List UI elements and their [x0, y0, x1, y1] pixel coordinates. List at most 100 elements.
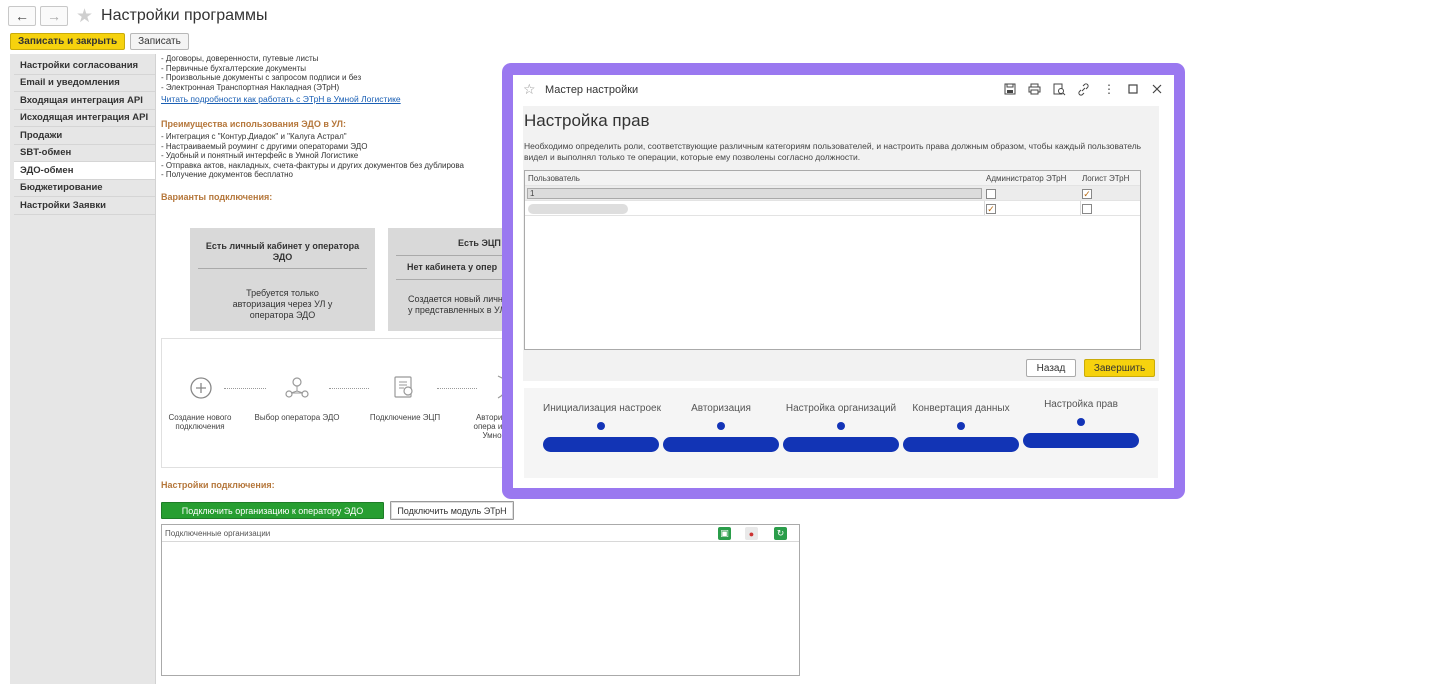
step-label: Авториз опера из Умной: [473, 413, 507, 440]
save-icon[interactable]: [1002, 81, 1018, 97]
step-connector: [437, 388, 477, 389]
window-title: Настройки программы: [101, 7, 268, 24]
wizard-step-dot: [717, 422, 725, 430]
wizard-step-label: Инициализация настроек: [543, 403, 661, 414]
sidebar-item-inbound-api[interactable]: Входящая интеграция API: [14, 92, 155, 110]
variant-card-cabinet[interactable]: Есть личный кабинет у оператора ЭДО Треб…: [190, 228, 375, 331]
logist-checkbox[interactable]: [1082, 203, 1092, 214]
sidebar-item-sales[interactable]: Продажи: [14, 127, 155, 145]
refresh-icon[interactable]: ↻: [774, 527, 787, 540]
wizard-step: Настройка организаций: [783, 403, 899, 452]
variant-card-ecp[interactable]: Есть ЭЦП Нет кабинета у опер Создается н…: [388, 228, 508, 331]
wizard-step: Конвертация данных: [903, 403, 1019, 452]
table-row[interactable]: ✓: [525, 201, 1140, 216]
sidebar-item-budgeting[interactable]: Бюджетирование: [14, 180, 155, 197]
card-body: Требуется только авторизация через УЛ у …: [232, 288, 333, 320]
back-button[interactable]: ←: [8, 6, 36, 26]
advantages-title: Преимущества использования ЭДО в УЛ:: [161, 119, 346, 129]
network-icon: [284, 374, 310, 405]
sidebar-item-outbound-api[interactable]: Исходящая интеграция API: [14, 110, 155, 127]
dialog-heading: Настройка прав: [524, 111, 650, 130]
step-label: Подключение ЭЦП: [369, 413, 441, 422]
step-label: Выбор оператора ЭДО: [254, 413, 340, 422]
plus-circle-icon: [189, 376, 213, 405]
connect-operator-button[interactable]: Подключить организацию к оператору ЭДО: [161, 502, 384, 519]
card-divider: [396, 255, 508, 256]
wizard-progress: Инициализация настроек Авторизация Настр…: [524, 388, 1158, 478]
wizard-step-label: Настройка организаций: [785, 403, 897, 414]
admin-checkbox[interactable]: [986, 188, 996, 199]
user-cell-redacted[interactable]: [528, 204, 628, 214]
table-header: Подключенные организации ▣ ● ↻: [162, 525, 799, 542]
sidebar-item-email[interactable]: Email и уведомления: [14, 75, 155, 92]
wizard-step-label: Авторизация: [691, 403, 751, 414]
card-divider: [396, 279, 508, 280]
wizard-step-bar: [903, 437, 1019, 452]
step-connector: [329, 388, 369, 389]
favorite-star-icon[interactable]: ☆: [523, 81, 536, 98]
etrn-details-link[interactable]: Читать подробности как работать с ЭТрН в…: [161, 94, 506, 104]
add-org-icon[interactable]: ▣: [718, 527, 731, 540]
dialog-title: Мастер настройки: [545, 84, 639, 96]
advantage-line: - Получение документов бесплатно: [161, 170, 293, 179]
doc-line: - Договоры, доверенности, путевые листы: [161, 54, 319, 63]
wizard-step-dot: [597, 422, 605, 430]
table-row[interactable]: 1 ✓: [525, 186, 1140, 201]
wizard-step-dot: [957, 422, 965, 430]
arrow-left-icon: ←: [15, 8, 29, 24]
finish-button[interactable]: Завершить: [1084, 359, 1155, 377]
card-divider: [198, 268, 367, 269]
certificate-icon: [391, 374, 417, 405]
admin-column-header[interactable]: Администратор ЭТрН: [986, 171, 1079, 186]
doc-line: - Первичные бухгалтерские документы: [161, 63, 307, 73]
favorite-star-icon[interactable]: ★: [76, 5, 93, 28]
wizard-step-bar: [783, 437, 899, 452]
wizard-step-bar: [543, 437, 659, 452]
sidebar-item-approval[interactable]: Настройки согласования: [14, 57, 155, 75]
admin-checkbox[interactable]: ✓: [986, 203, 996, 214]
wizard-step-bar: [1023, 433, 1139, 448]
sidebar-item-edo[interactable]: ЭДО-обмен: [14, 162, 155, 180]
user-cell[interactable]: 1: [527, 188, 982, 199]
card-title: Нет кабинета у опер: [407, 262, 498, 272]
dialog-header: ☆ Мастер настройки ⋮: [513, 75, 1174, 104]
connect-etrn-module-button[interactable]: Подключить модуль ЭТрН: [390, 501, 514, 520]
card-title-top: Есть ЭЦП: [458, 238, 501, 248]
forward-button[interactable]: →: [40, 6, 68, 26]
wizard-step-dot: [837, 422, 845, 430]
sidebar-item-requests[interactable]: Настройки Заявки: [14, 197, 155, 215]
wizard-step-dot: [1077, 418, 1085, 426]
orgs-column-header: Подключенные организации: [165, 528, 271, 538]
card-body: Создается новый личн у представленных в …: [408, 294, 506, 315]
user-org-icon[interactable]: ●: [745, 527, 758, 540]
edo-content: - Договоры, доверенности, путевые листы …: [161, 54, 506, 202]
doc-line: - Электронная Транспортная Накладная (ЭТ…: [161, 82, 340, 92]
user-column-header[interactable]: Пользователь: [528, 171, 983, 186]
advantage-line: - Интеграция с "Контур.Диадок" и "Калуга…: [161, 132, 347, 141]
maximize-icon[interactable]: [1125, 81, 1141, 97]
logist-checkbox[interactable]: ✓: [1082, 188, 1092, 199]
step-connector: [224, 388, 266, 389]
settings-sidebar: Настройки согласования Email и уведомлен…: [10, 54, 156, 684]
save-button[interactable]: Записать: [130, 33, 189, 50]
close-icon[interactable]: [1149, 81, 1165, 97]
logist-column-header[interactable]: Логист ЭТрН: [1082, 171, 1140, 186]
advantage-line: - Настраиваемый роуминг с другими операт…: [161, 141, 368, 151]
rights-setup-panel: Настройка прав Необходимо определить рол…: [523, 106, 1159, 381]
preview-icon[interactable]: [1051, 81, 1067, 97]
table-header: Пользователь Администратор ЭТрН Логист Э…: [525, 171, 1140, 186]
doc-line: - Произвольные документы с запросом подп…: [161, 73, 362, 82]
card-title: Есть личный кабинет у оператора ЭДО: [205, 241, 360, 262]
step-label: Создание нового подключения: [168, 413, 232, 431]
wizard-step-label: Настройка прав: [1044, 399, 1118, 410]
print-icon[interactable]: [1026, 81, 1042, 97]
sidebar-item-sbt[interactable]: SBT-обмен: [14, 145, 155, 162]
arrow-right-icon: →: [47, 8, 61, 24]
variants-title: Варианты подключения:: [161, 191, 273, 202]
more-icon[interactable]: ⋮: [1101, 81, 1117, 97]
back-button[interactable]: Назад: [1026, 359, 1076, 377]
save-and-close-button[interactable]: Записать и закрыть: [10, 33, 126, 50]
link-icon[interactable]: [1075, 81, 1091, 97]
wizard-step: Авторизация: [663, 403, 779, 452]
action-bar: Записать и закрыть Записать: [10, 33, 189, 50]
